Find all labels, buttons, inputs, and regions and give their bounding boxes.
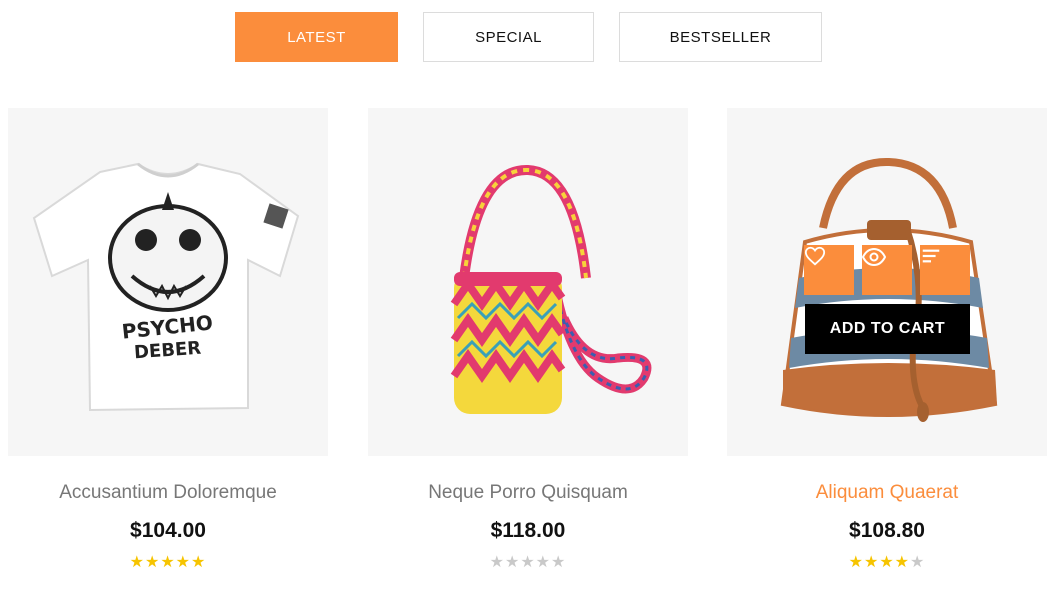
eye-icon bbox=[862, 247, 886, 267]
rating-stars: ★★★★★ bbox=[8, 555, 328, 571]
wishlist-button[interactable] bbox=[804, 245, 854, 295]
product-image[interactable]: ADD TO CART bbox=[727, 108, 1047, 456]
quick-view-button[interactable] bbox=[862, 245, 912, 295]
add-to-cart-button[interactable]: ADD TO CART bbox=[805, 304, 970, 354]
heart-icon bbox=[804, 246, 826, 266]
product-price: $104.00 bbox=[130, 519, 206, 542]
star-icon: ★ bbox=[910, 554, 926, 571]
product-actions bbox=[804, 245, 970, 295]
star-icon: ★ bbox=[129, 554, 145, 571]
star-icon: ★ bbox=[879, 554, 895, 571]
star-icon: ★ bbox=[535, 554, 552, 571]
product-price: $108.80 bbox=[849, 519, 925, 542]
rating-stars: ★★★★★ bbox=[727, 555, 1047, 571]
product-title[interactable]: Aliquam Quaerat bbox=[727, 482, 1047, 504]
woven-bag-image bbox=[450, 164, 652, 414]
rating-stars: ★★★★★ bbox=[368, 555, 688, 571]
product-tabs: LATEST SPECIAL BESTSELLER bbox=[0, 12, 1056, 62]
compare-button[interactable] bbox=[920, 245, 970, 295]
tshirt-image: PSYCHO DEBER bbox=[32, 162, 300, 412]
product-image[interactable]: PSYCHO DEBER bbox=[8, 108, 328, 456]
star-icon: ★ bbox=[160, 554, 176, 571]
product-card: Neque Porro Quisquam $118.00 ★★★★★ bbox=[368, 108, 688, 588]
product-image[interactable] bbox=[368, 108, 688, 456]
product-title[interactable]: Neque Porro Quisquam bbox=[368, 482, 688, 504]
star-icon: ★ bbox=[848, 554, 864, 571]
tab-bestseller[interactable]: BESTSELLER bbox=[619, 12, 822, 62]
product-price: $118.00 bbox=[490, 519, 566, 542]
tab-latest[interactable]: LATEST bbox=[235, 12, 398, 62]
star-icon: ★ bbox=[504, 554, 521, 571]
star-icon: ★ bbox=[551, 554, 567, 571]
star-icon: ★ bbox=[520, 554, 536, 571]
product-grid: PSYCHO DEBER Accusantium Doloremque $104… bbox=[0, 108, 1056, 588]
star-icon: ★ bbox=[489, 554, 505, 571]
list-icon bbox=[922, 249, 940, 263]
star-icon: ★ bbox=[894, 554, 911, 571]
star-icon: ★ bbox=[175, 554, 192, 571]
product-title[interactable]: Accusantium Doloremque bbox=[8, 482, 328, 504]
star-icon: ★ bbox=[144, 554, 161, 571]
product-card: ADD TO CART Aliquam Quaerat $108.80 ★★★★… bbox=[727, 108, 1047, 588]
star-icon: ★ bbox=[863, 554, 880, 571]
product-card: PSYCHO DEBER Accusantium Doloremque $104… bbox=[8, 108, 328, 588]
tab-special[interactable]: SPECIAL bbox=[423, 12, 594, 62]
star-icon: ★ bbox=[191, 554, 207, 571]
